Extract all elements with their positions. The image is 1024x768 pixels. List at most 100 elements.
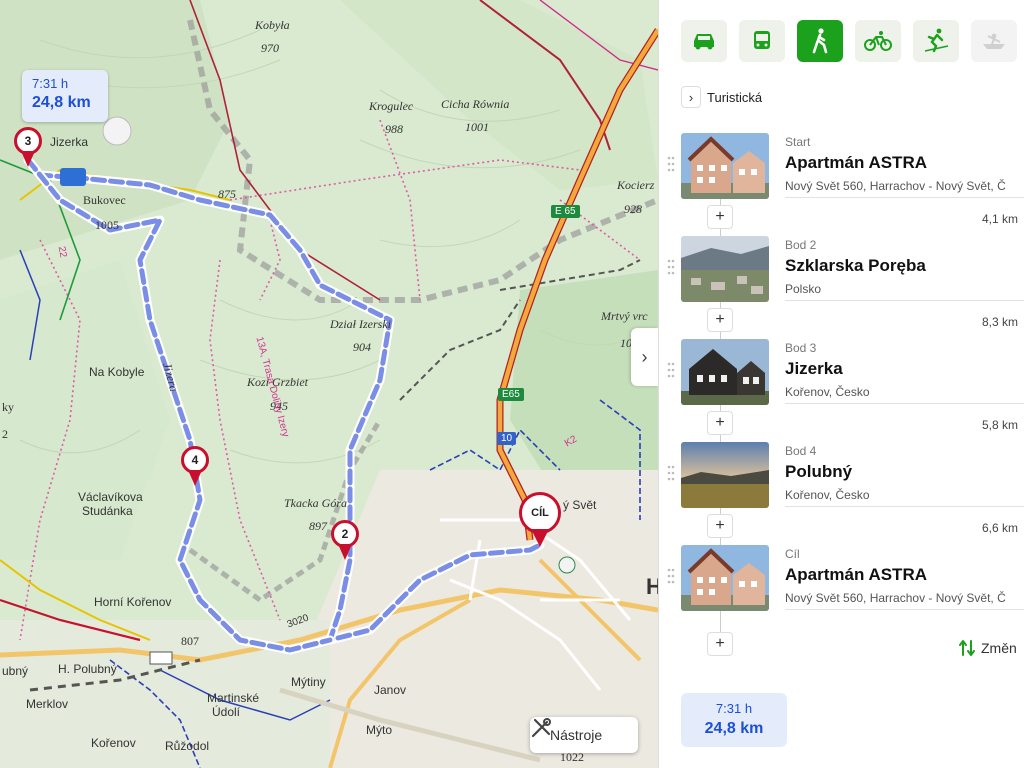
- map-place-label: Tkacka Góra: [284, 496, 347, 510]
- drag-handle-icon[interactable]: [667, 567, 675, 585]
- mode-bike-button[interactable]: [855, 20, 901, 62]
- drag-handle-icon[interactable]: [667, 258, 675, 276]
- map-place-label: 1005: [95, 218, 119, 232]
- map-place-label: Mýtiny: [291, 675, 326, 689]
- map-place-label: 1001: [465, 120, 489, 134]
- map-place-label: ky: [2, 400, 14, 414]
- marker-point-4[interactable]: 4: [178, 446, 212, 492]
- stop-item-finish[interactable]: Cíl Apartmán ASTRA Nový Svět 560, Harrac…: [667, 545, 1024, 615]
- tools-label: Nástroje: [550, 727, 603, 743]
- summary-distance: 24,8 km: [704, 720, 764, 737]
- stop-item-3[interactable]: Bod 3 Jizerka Kořenov, Česko: [667, 339, 1024, 409]
- mode-boat-button[interactable]: [971, 20, 1017, 62]
- marker-label: CÍL: [519, 492, 561, 534]
- map-place-label: Merklov: [26, 697, 69, 711]
- map-place-label: Dział Izerski: [330, 317, 391, 331]
- map-place-label: 897: [309, 519, 327, 533]
- route-planner-panel: › Turistická Start Apartmán ASTRA Nový S…: [658, 0, 1024, 768]
- map-place-label: Kobyła: [255, 18, 290, 32]
- stop-item-start[interactable]: Start Apartmán ASTRA Nový Svět 560, Harr…: [667, 133, 1024, 203]
- swap-arrows-icon: [959, 640, 975, 656]
- add-waypoint-button[interactable]: +: [707, 205, 733, 229]
- map-place-label: Studánka: [82, 504, 133, 518]
- mode-walk-button[interactable]: [797, 20, 843, 62]
- route-summary-card[interactable]: 7:31 h 24,8 km: [681, 693, 787, 747]
- road-shield-e65: E65: [498, 388, 524, 401]
- stop-role: Cíl: [785, 547, 800, 561]
- mode-car-button[interactable]: [681, 20, 727, 62]
- collapse-panel-button[interactable]: ›: [631, 328, 658, 386]
- map-canvas[interactable]: Kobyła 970 Krogulec 988 Cicha Równia 1001 Jize…: [0, 0, 658, 768]
- map-place-label: 928: [624, 202, 642, 216]
- map-place-label: Janov: [374, 683, 407, 697]
- map-place-label: Krogulec: [369, 99, 414, 113]
- map-place-label: Kořenov: [91, 736, 136, 750]
- map-place-label: 875: [218, 187, 236, 201]
- mode-bus-button[interactable]: [739, 20, 785, 62]
- chevron-right-icon: ›: [641, 346, 648, 367]
- marker-tail: [531, 529, 549, 547]
- stop-address: Kořenov, Česko: [785, 385, 870, 399]
- stop-name: Polubný: [785, 462, 853, 481]
- stop-name: Szklarska Poręba: [785, 256, 926, 275]
- map-place-label: H. Polubný: [58, 662, 117, 676]
- chevron-right-icon: ›: [681, 86, 701, 108]
- marker-tail: [338, 544, 352, 560]
- road-shield-e65: E 65: [551, 205, 580, 218]
- add-waypoint-button[interactable]: +: [707, 632, 733, 656]
- stop-thumbnail: [681, 442, 769, 508]
- divider: [785, 609, 1024, 610]
- map-place-label: Martinské: [207, 691, 260, 705]
- add-waypoint-button[interactable]: +: [707, 514, 733, 538]
- drag-handle-icon[interactable]: [667, 361, 675, 379]
- transport-modes: [681, 20, 1017, 62]
- stop-name: Jizerka: [785, 359, 843, 378]
- route-summary-bubble[interactable]: 7:31 h 24,8 km: [22, 70, 108, 122]
- drag-handle-icon[interactable]: [667, 155, 675, 173]
- stop-role: Bod 3: [785, 341, 817, 355]
- walk-icon: [812, 28, 828, 54]
- map-place-label: Kocierz: [617, 178, 655, 192]
- stop-thumbnail: [681, 236, 769, 302]
- reverse-route-button[interactable]: Změn: [959, 639, 1017, 657]
- stop-thumbnail: [681, 133, 769, 199]
- marker-finish[interactable]: CÍL: [519, 492, 563, 554]
- bus-icon: [754, 31, 770, 49]
- stop-address: Polsko: [785, 282, 822, 296]
- map-place-label: ubný: [2, 664, 29, 678]
- tools-button[interactable]: Nástroje: [530, 717, 638, 753]
- map-place-label: 807: [181, 634, 199, 648]
- stop-name: Apartmán ASTRA: [785, 153, 927, 172]
- route-subtype-label: Turistická: [707, 89, 763, 105]
- marker-point-3[interactable]: 3: [11, 127, 45, 173]
- segment-distance: 4,1 km: [981, 212, 1018, 226]
- stop-role: Bod 2: [785, 238, 817, 252]
- marker-point-2[interactable]: 2: [328, 520, 362, 566]
- segment-distance: 6,6 km: [981, 521, 1018, 535]
- map-place-label: Mrtvý vrc: [601, 309, 648, 323]
- summary-time: 7:31 h: [715, 701, 753, 716]
- map-place-label: Růžodol: [165, 739, 210, 753]
- map-place-label: Bukovec: [83, 193, 126, 207]
- add-waypoint-button[interactable]: +: [707, 411, 733, 435]
- segment-distance: 5,8 km: [981, 418, 1018, 432]
- stop-item-4[interactable]: Bod 4 Polubný Kořenov, Česko: [667, 442, 1024, 512]
- add-waypoint-button[interactable]: +: [707, 308, 733, 332]
- divider: [785, 403, 1024, 404]
- map-place-label: Na Kobyle: [89, 365, 145, 379]
- stop-address: Nový Svět 560, Harrachov - Nový Svět, Č: [785, 591, 1006, 605]
- stop-item-2[interactable]: Bod 2 Szklarska Poręba Polsko: [667, 236, 1024, 306]
- map-place-label: Jizerka: [50, 135, 89, 149]
- map-place-label: Horní Kořenov: [94, 595, 172, 609]
- map-place-label: 2: [2, 427, 8, 441]
- route-distance: 24,8 km: [32, 94, 91, 111]
- ski-icon: [924, 28, 949, 53]
- route-subtype-toggle[interactable]: › Turistická: [681, 86, 762, 108]
- map-place-label: 22: [55, 245, 69, 259]
- mode-ski-button[interactable]: [913, 20, 959, 62]
- road-shield-10: 10: [497, 432, 517, 445]
- map-place-label: H: [646, 574, 658, 599]
- drag-handle-icon[interactable]: [667, 464, 675, 482]
- route-time: 7:31 h: [32, 76, 69, 91]
- stop-thumbnail: [681, 545, 769, 611]
